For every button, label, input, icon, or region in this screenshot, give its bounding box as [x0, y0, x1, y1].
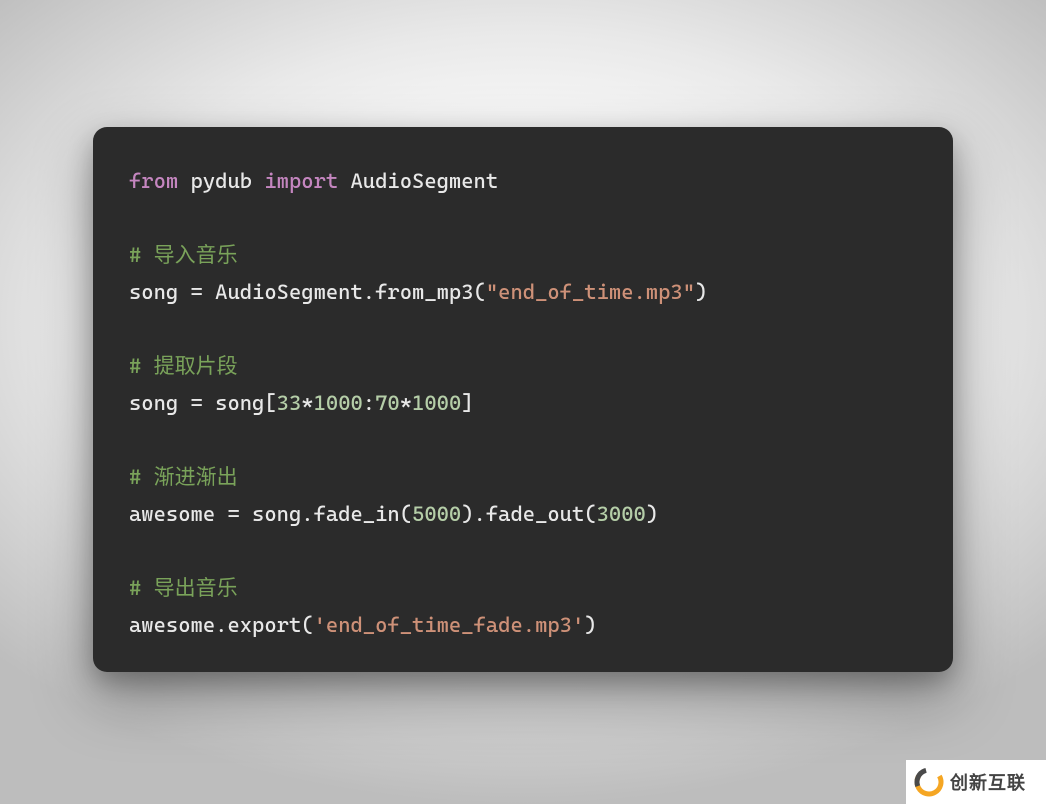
tok-code: ) [584, 613, 596, 637]
watermark-text: 创新互联 [950, 769, 1026, 795]
tok-op: : [363, 391, 375, 415]
tok-string: 'end_of_time_fade.mp3' [314, 613, 585, 637]
tok-number: 5000 [412, 502, 461, 526]
tok-number: 3000 [597, 502, 646, 526]
tok-code: ] [461, 391, 473, 415]
watermark-logo-icon [914, 767, 944, 797]
watermark: 创新互联 [906, 760, 1046, 804]
tok-code: ) [695, 280, 707, 304]
tok-number: 70 [375, 391, 400, 415]
tok-code: awesome.export( [129, 613, 314, 637]
tok-string: "end_of_time.mp3" [486, 280, 695, 304]
tok-comment: # 导入音乐 [129, 243, 238, 267]
tok-comment: # 渐进渐出 [129, 465, 238, 489]
tok-code: ) [646, 502, 658, 526]
tok-code: awesome = song.fade_in( [129, 502, 412, 526]
tok-op: * [400, 391, 412, 415]
tok-code: ).fade_out( [461, 502, 596, 526]
tok-op: * [301, 391, 313, 415]
tok-keyword-from: from [129, 169, 178, 193]
tok-code: song = AudioSegment.from_mp3( [129, 280, 486, 304]
code-card: from pydub import AudioSegment # 导入音乐 so… [93, 127, 953, 672]
tok-number: 33 [277, 391, 302, 415]
tok-comment: # 提取片段 [129, 354, 238, 378]
tok-class: AudioSegment [338, 169, 498, 193]
code-block: from pydub import AudioSegment # 导入音乐 so… [129, 163, 917, 644]
tok-code: song = song[ [129, 391, 277, 415]
tok-module: pydub [178, 169, 264, 193]
tok-comment: # 导出音乐 [129, 576, 238, 600]
tok-number: 1000 [314, 391, 363, 415]
tok-keyword-import: import [264, 169, 338, 193]
tok-number: 1000 [412, 391, 461, 415]
